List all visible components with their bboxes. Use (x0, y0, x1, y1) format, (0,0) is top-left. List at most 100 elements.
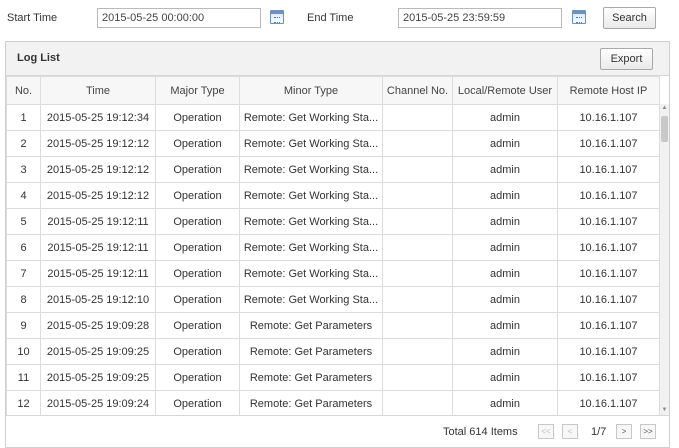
cell-major-type: Operation (155, 260, 240, 287)
cell-remote-ip: 10.16.1.107 (557, 104, 660, 131)
log-list-header: Log List Export (6, 42, 669, 76)
cell-no: 12 (6, 390, 41, 415)
cell-major-type: Operation (155, 312, 240, 339)
cell-major-type: Operation (155, 104, 240, 131)
column-header-remote-ip[interactable]: Remote Host IP (557, 76, 660, 105)
cell-major-type: Operation (155, 156, 240, 183)
cell-remote-ip: 10.16.1.107 (557, 312, 660, 339)
table-row[interactable]: 2 2015-05-25 19:12:12 Operation Remote: Get… (6, 130, 660, 157)
table-row[interactable]: 1 2015-05-25 19:12:34 Operation Remote: Get… (6, 104, 660, 131)
cell-minor-type: Remote: Get Working Sta... (239, 156, 383, 183)
cell-user: admin (452, 234, 558, 261)
calendar-icon[interactable] (572, 10, 586, 24)
cell-no: 5 (6, 208, 41, 235)
cell-time: 2015-05-25 19:12:12 (40, 156, 156, 183)
cell-no: 1 (6, 104, 41, 131)
column-header-minor-type[interactable]: Minor Type (239, 76, 383, 105)
cell-no: 8 (6, 286, 41, 313)
cell-channel-no (382, 156, 453, 183)
cell-no: 4 (6, 182, 41, 209)
table-row[interactable]: 3 2015-05-25 19:12:12 Operation Remote: Get… (6, 156, 660, 183)
last-page-icon[interactable]: >> (640, 424, 656, 439)
log-table-body: 1 2015-05-25 19:12:34 Operation Remote: Get… (6, 104, 660, 415)
cell-time: 2015-05-25 19:12:10 (40, 286, 156, 313)
cell-user: admin (452, 312, 558, 339)
cell-major-type: Operation (155, 390, 240, 415)
cell-remote-ip: 10.16.1.107 (557, 208, 660, 235)
cell-time: 2015-05-25 19:12:12 (40, 130, 156, 157)
table-row[interactable]: 10 2015-05-25 19:09:25 Operation Remote: Ge… (6, 338, 660, 365)
cell-time: 2015-05-25 19:12:11 (40, 234, 156, 261)
cell-remote-ip: 10.16.1.107 (557, 130, 660, 157)
start-time-input[interactable] (97, 8, 261, 28)
cell-channel-no (382, 286, 453, 313)
table-scrollbar[interactable]: ▲ ▼ (660, 104, 669, 415)
cell-time: 2015-05-25 19:09:25 (40, 338, 156, 365)
column-header-channel-no[interactable]: Channel No. (382, 76, 453, 105)
cell-channel-no (382, 364, 453, 391)
cell-time: 2015-05-25 19:09:28 (40, 312, 156, 339)
table-row[interactable]: 4 2015-05-25 19:12:12 Operation Remote: Get… (6, 182, 660, 209)
log-table: No. Time Major Type Minor Type Channel N… (6, 76, 660, 415)
cell-channel-no (382, 208, 453, 235)
cell-user: admin (452, 104, 558, 131)
table-row[interactable]: 12 2015-05-25 19:09:24 Operation Remote: Ge… (6, 390, 660, 415)
cell-minor-type: Remote: Get Working Sta... (239, 234, 383, 261)
log-list-title: Log List (17, 52, 60, 64)
table-row[interactable]: 9 2015-05-25 19:09:28 Operation Remote: Get… (6, 312, 660, 339)
column-header-no[interactable]: No. (6, 76, 41, 105)
column-header-major-type[interactable]: Major Type (155, 76, 240, 105)
cell-user: admin (452, 364, 558, 391)
cell-time: 2015-05-25 19:09:24 (40, 390, 156, 415)
cell-remote-ip: 10.16.1.107 (557, 182, 660, 209)
next-page-icon[interactable]: > (616, 424, 632, 439)
page-indicator: 1/7 (591, 426, 607, 438)
first-page-icon[interactable]: << (538, 424, 554, 439)
cell-no: 7 (6, 260, 41, 287)
cell-time: 2015-05-25 19:12:12 (40, 182, 156, 209)
column-header-time[interactable]: Time (40, 76, 156, 105)
export-button[interactable]: Export (600, 48, 653, 70)
cell-major-type: Operation (155, 130, 240, 157)
prev-page-icon[interactable]: < (562, 424, 578, 439)
end-time-input[interactable] (398, 8, 562, 28)
table-header-row: No. Time Major Type Minor Type Channel N… (6, 76, 660, 105)
cell-time: 2015-05-25 19:12:34 (40, 104, 156, 131)
cell-minor-type: Remote: Get Working Sta... (239, 104, 383, 131)
cell-remote-ip: 10.16.1.107 (557, 364, 660, 391)
cell-channel-no (382, 130, 453, 157)
table-row[interactable]: 7 2015-05-25 19:12:11 Operation Remote: Get… (6, 260, 660, 287)
calendar-icon[interactable] (270, 10, 284, 24)
cell-channel-no (382, 390, 453, 415)
column-header-user[interactable]: Local/Remote User (452, 76, 558, 105)
cell-remote-ip: 10.16.1.107 (557, 260, 660, 287)
cell-major-type: Operation (155, 234, 240, 261)
scroll-thumb[interactable] (661, 116, 668, 142)
pagination-bar: Total 614 Items << < 1/7 > >> (6, 415, 669, 447)
search-button[interactable]: Search (603, 7, 656, 29)
table-row[interactable]: 8 2015-05-25 19:12:10 Operation Remote: Get… (6, 286, 660, 313)
cell-no: 2 (6, 130, 41, 157)
cell-time: 2015-05-25 19:12:11 (40, 260, 156, 287)
cell-no: 9 (6, 312, 41, 339)
cell-minor-type: Remote: Get Working Sta... (239, 182, 383, 209)
cell-major-type: Operation (155, 338, 240, 365)
start-time-label: Start Time (7, 12, 58, 24)
table-row[interactable]: 11 2015-05-25 19:09:25 Operation Remote: Ge… (6, 364, 660, 391)
scroll-down-icon[interactable]: ▼ (660, 406, 669, 415)
scroll-up-icon[interactable]: ▲ (660, 104, 669, 113)
cell-minor-type: Remote: Get Parameters (239, 364, 383, 391)
cell-major-type: Operation (155, 182, 240, 209)
cell-user: admin (452, 286, 558, 313)
table-row[interactable]: 6 2015-05-25 19:12:11 Operation Remote: Get… (6, 234, 660, 261)
cell-no: 6 (6, 234, 41, 261)
cell-major-type: Operation (155, 364, 240, 391)
table-row[interactable]: 5 2015-05-25 19:12:11 Operation Remote: Get… (6, 208, 660, 235)
cell-no: 10 (6, 338, 41, 365)
cell-minor-type: Remote: Get Parameters (239, 338, 383, 365)
end-time-label: End Time (307, 12, 354, 24)
log-table-container: No. Time Major Type Minor Type Channel N… (6, 76, 669, 415)
cell-minor-type: Remote: Get Parameters (239, 390, 383, 415)
cell-minor-type: Remote: Get Working Sta... (239, 260, 383, 287)
cell-remote-ip: 10.16.1.107 (557, 286, 660, 313)
